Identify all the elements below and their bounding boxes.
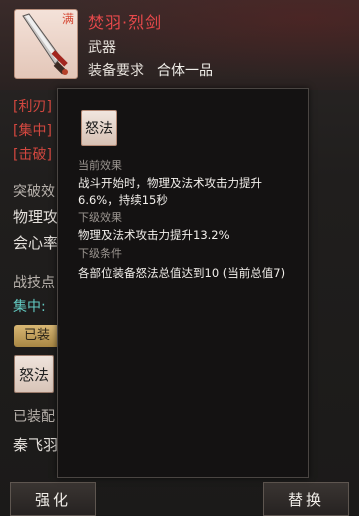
breakthrough-line-1: 物理攻 [13, 208, 59, 226]
skill-icon[interactable]: 怒法 [14, 355, 54, 393]
breakthrough-label: 突破效 [13, 184, 55, 200]
current-effect-label: 当前效果 [78, 159, 122, 172]
full-mark-label: 满 [62, 12, 75, 26]
next-effect-label: 下级效果 [78, 211, 122, 224]
item-header: 满 焚羽·烈剑 武器 装备要求 合体一品 [0, 0, 359, 90]
item-name: 焚羽·烈剑 [88, 13, 163, 32]
skill-tooltip: 怒法 当前效果 战斗开始时，物理及法术攻击力提升6.6%，持续15秒 下级效果 … [57, 88, 309, 478]
character-name: 秦飞羽 [13, 436, 59, 454]
next-effect-text: 物理及法术攻击力提升13.2% [78, 228, 230, 242]
equip-requirement-label: 装备要求 [88, 63, 144, 79]
equipped-label: 已装配 [13, 409, 55, 425]
attr-line-focus: [集中] [13, 123, 52, 139]
replace-button[interactable]: 替换 [263, 482, 349, 516]
next-condition-label: 下级条件 [78, 247, 122, 260]
equip-requirement-value: 合体一品 [157, 63, 213, 79]
rage-skill-icon: 怒法 [81, 110, 117, 146]
focus-label: 集中: [13, 299, 46, 315]
current-effect-text: 战斗开始时，物理及法术攻击力提升6.6%，持续15秒 [78, 176, 262, 207]
attr-line-break: [击破] [13, 147, 52, 163]
item-type: 武器 [88, 40, 116, 56]
equipped-badge: 已装 [14, 325, 60, 347]
enhance-button[interactable]: 强化 [10, 482, 96, 516]
attr-line-sharp: [利刃] [13, 99, 52, 115]
next-condition-text: 各部位装备怒法总值达到10 (当前总值7) [78, 266, 286, 280]
breakthrough-line-2: 会心率 [13, 234, 59, 252]
skill-point-label: 战技点 [13, 275, 55, 291]
